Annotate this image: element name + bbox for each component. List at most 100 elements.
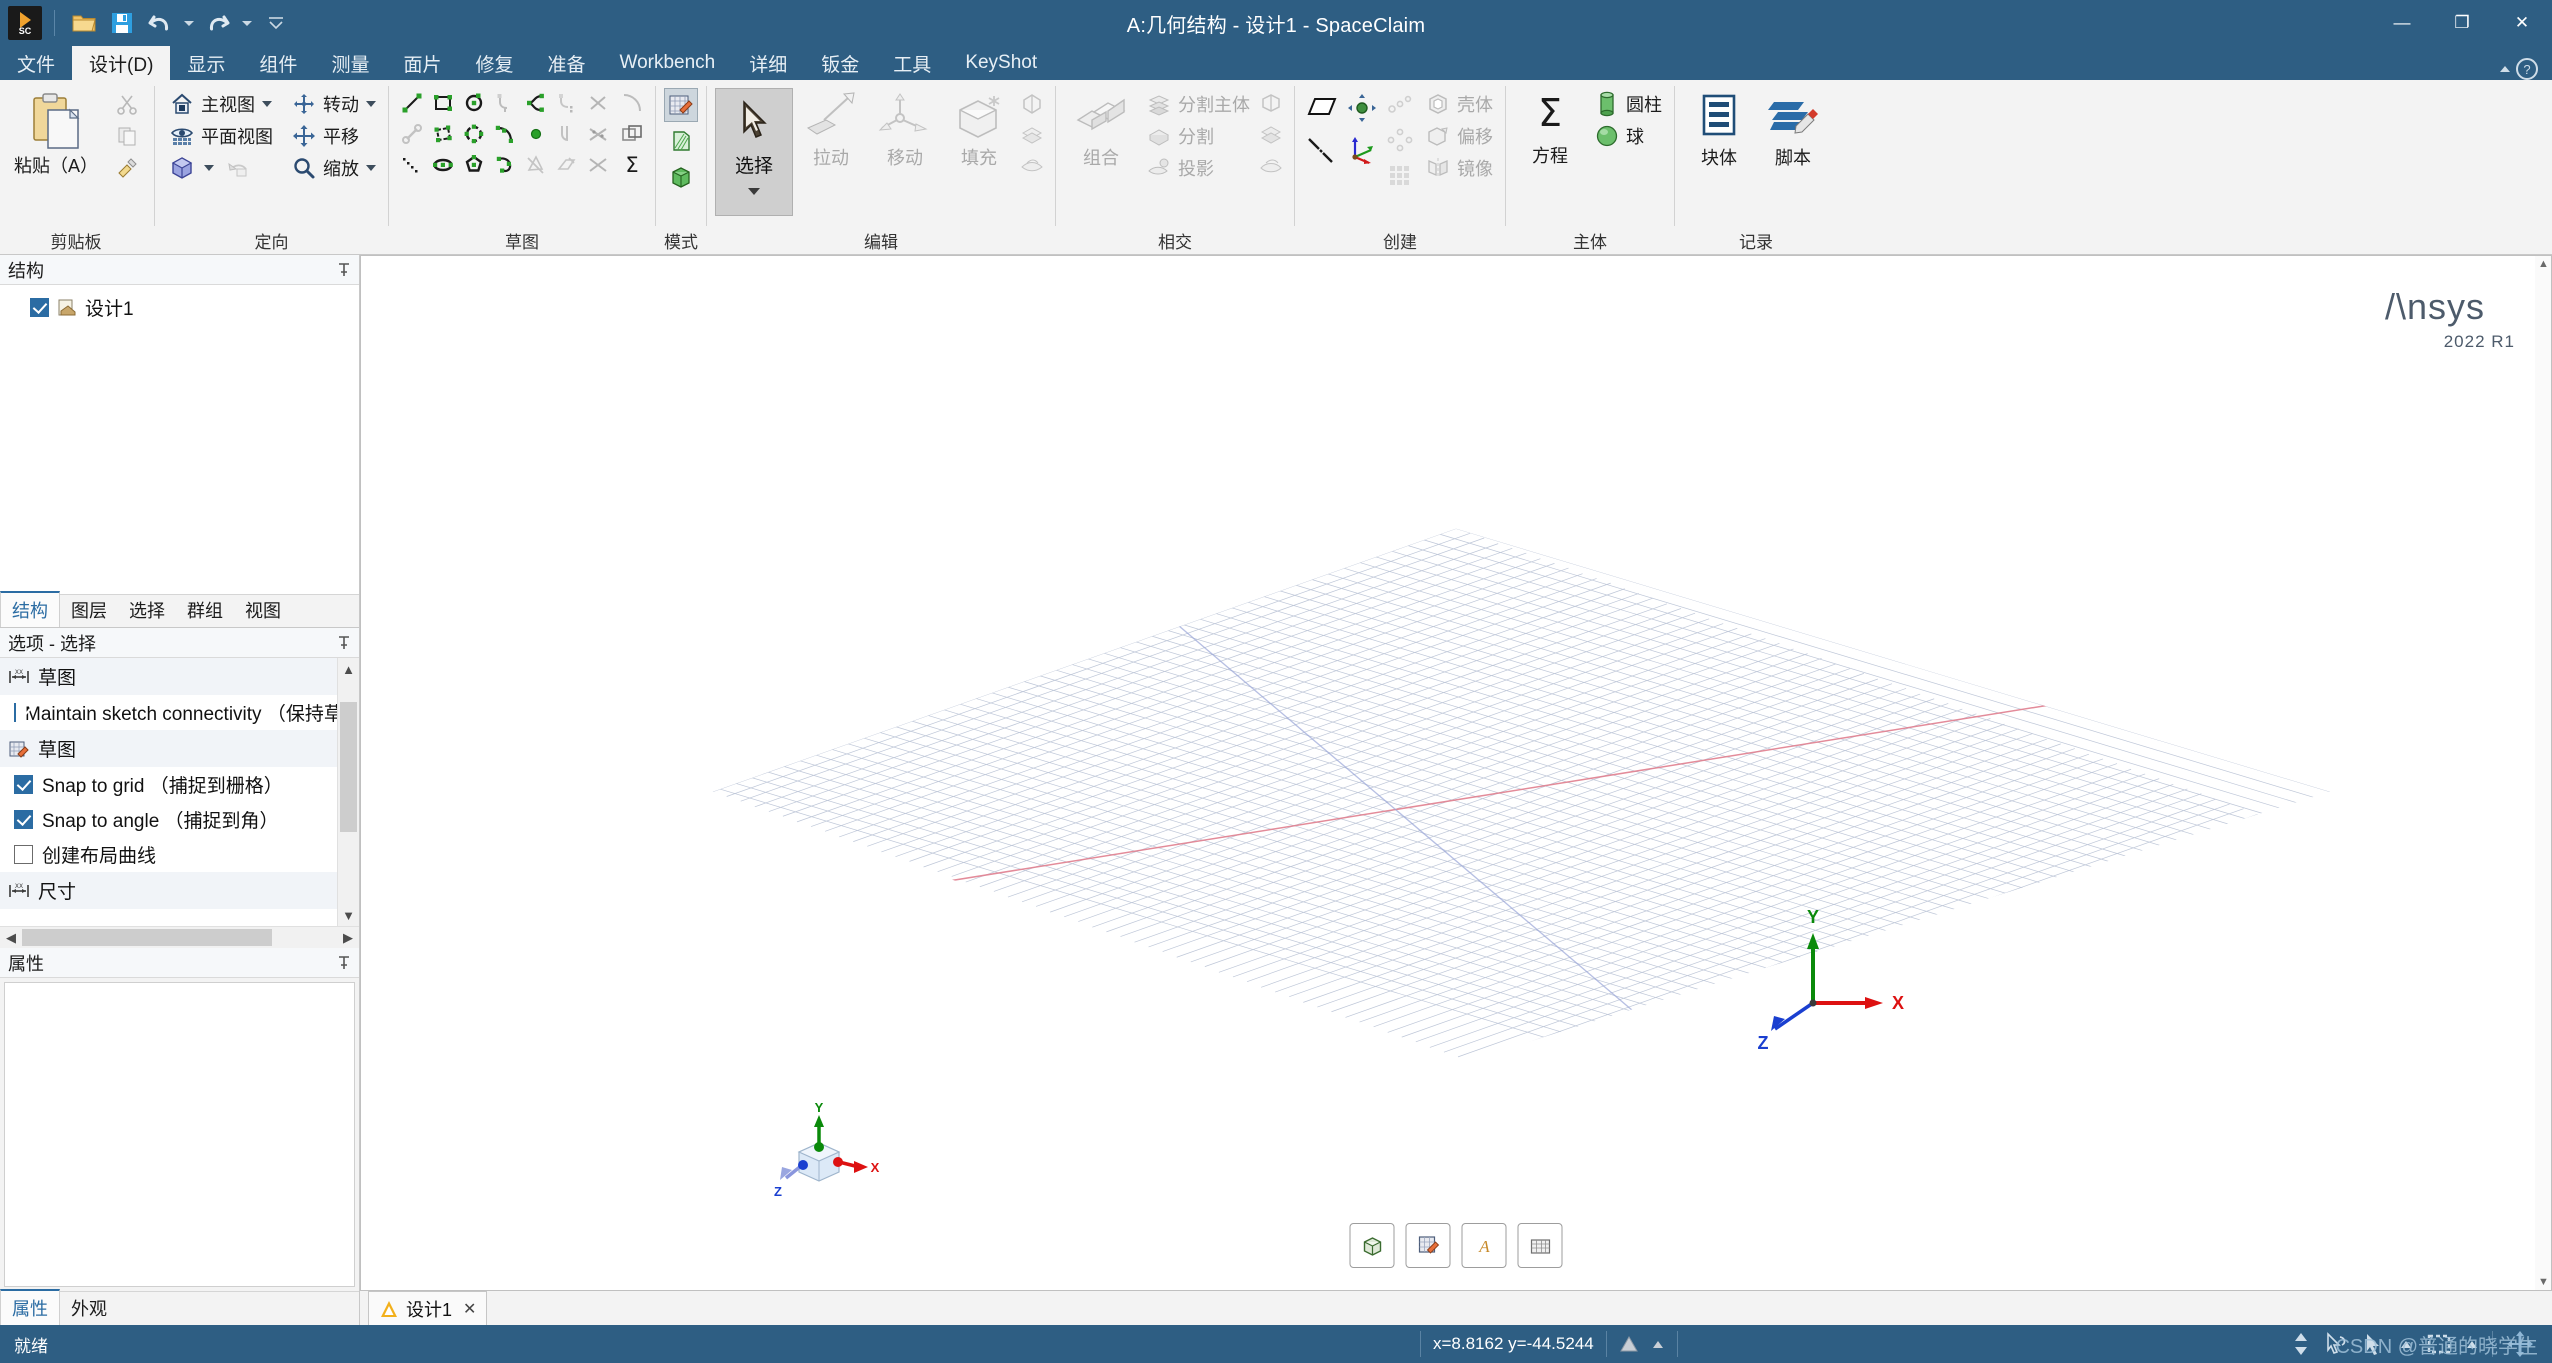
maintain-sketch-connectivity-checkbox[interactable] — [14, 703, 16, 722]
options-scroll-down-icon[interactable]: ▼ — [338, 904, 359, 926]
option-snap-to-grid[interactable]: Snap to grid （捕捉到栅格） — [0, 767, 359, 802]
rectangle-icon[interactable] — [428, 88, 458, 118]
undo-icon[interactable] — [143, 6, 177, 40]
redo-icon[interactable] — [201, 6, 235, 40]
option-maintain-sketch-connectivity[interactable]: Maintain sketch connectivity （保持草图 — [0, 695, 359, 730]
sketch-grid-icon[interactable] — [1405, 1223, 1451, 1268]
pull-button[interactable]: 拉动 — [795, 88, 867, 174]
viewport-scroll-down-icon[interactable]: ▼ — [2538, 1276, 2549, 1288]
corner-icon[interactable] — [552, 119, 582, 149]
spin-button[interactable]: 转动 — [285, 88, 380, 119]
tangent-arc-icon[interactable] — [490, 88, 520, 118]
copy-button[interactable] — [108, 120, 146, 151]
tab-keyshot[interactable]: KeyShot — [948, 46, 1054, 80]
spinner-updown-icon[interactable] — [2292, 1331, 2310, 1357]
offset-curve-icon[interactable] — [583, 150, 613, 180]
tab-facets[interactable]: 面片 — [386, 46, 458, 80]
tree-node-checkbox[interactable] — [30, 298, 49, 317]
undo-dropdown-icon[interactable] — [181, 6, 197, 40]
draft-icon[interactable] — [1017, 150, 1047, 180]
document-tab-design1[interactable]: 设计1 ✕ — [368, 1290, 488, 1326]
graphics-viewport[interactable]: /\nsys 2022 R1 Y X Z Y X Z A ▲ ▼ — [360, 255, 2552, 1291]
redo-dropdown-icon[interactable] — [239, 6, 255, 40]
options-pin-icon[interactable] — [337, 635, 351, 651]
axis-icon[interactable] — [1303, 129, 1341, 169]
tab-file[interactable]: 文件 — [0, 46, 72, 80]
panel-tab-layers[interactable]: 图层 — [60, 593, 118, 627]
annotation-display-icon[interactable]: A — [1461, 1223, 1507, 1268]
close-icon[interactable]: ✕ — [463, 1299, 476, 1319]
mesh-display-icon[interactable] — [1517, 1223, 1563, 1268]
create-layout-curves-checkbox[interactable] — [14, 845, 33, 864]
offset-button[interactable]: 偏移 — [1419, 120, 1497, 151]
tab-detail[interactable]: 详细 — [732, 46, 804, 80]
paste-button[interactable]: 粘贴（A） — [6, 88, 106, 182]
polyline-icon[interactable] — [397, 150, 427, 180]
arc-icon[interactable] — [490, 150, 520, 180]
options-hscroll-left-icon[interactable]: ◀ — [0, 930, 22, 946]
maximize-button[interactable]: ❐ — [2432, 0, 2492, 46]
project-button[interactable]: 投影 — [1140, 152, 1254, 183]
ellipse-icon[interactable] — [428, 150, 458, 180]
cylinder-button[interactable]: 圆柱 — [1588, 88, 1666, 119]
options-hscroll-right-icon[interactable]: ▶ — [337, 930, 359, 946]
option-create-layout-curves[interactable]: 创建布局曲线 — [0, 837, 359, 872]
fillet-icon[interactable] — [617, 88, 647, 118]
tab-design[interactable]: 设计(D) — [72, 46, 171, 80]
move-button[interactable]: 移动 — [869, 88, 941, 174]
combine-button[interactable]: 组合 — [1064, 88, 1138, 174]
zoom-dropdown-icon[interactable] — [366, 164, 377, 171]
save-icon[interactable] — [105, 6, 139, 40]
split-curve-icon[interactable] — [583, 119, 613, 149]
spin-dropdown-icon[interactable] — [366, 100, 377, 107]
section-mode-icon[interactable] — [664, 124, 698, 158]
tree-node-design1[interactable]: 设计1 — [0, 291, 359, 324]
select-dropdown-icon[interactable] — [748, 188, 761, 195]
merge-faces-icon[interactable] — [1256, 88, 1286, 118]
shell-button[interactable]: 壳体 — [1419, 88, 1497, 119]
viewport-scroll-up-icon[interactable]: ▲ — [2538, 258, 2549, 270]
three-point-rect-icon[interactable] — [428, 119, 458, 149]
close-button[interactable]: ✕ — [2492, 0, 2552, 46]
option-snap-to-angle[interactable]: Snap to angle （捕捉到角） — [0, 802, 359, 837]
tab-tools[interactable]: 工具 — [876, 46, 948, 80]
block-recorder-button[interactable]: 块体 — [1683, 88, 1755, 174]
coordinate-system-icon[interactable] — [1343, 129, 1381, 169]
pin-icon[interactable] — [337, 262, 351, 278]
circular-pattern-icon[interactable] — [1383, 123, 1417, 157]
format-painter-button[interactable] — [108, 152, 146, 183]
linear-pattern-icon[interactable] — [1383, 88, 1417, 122]
plane-icon[interactable] — [1303, 88, 1341, 128]
panel-tab-selection[interactable]: 选择 — [118, 593, 176, 627]
equation-sum-icon[interactable]: Σ — [617, 150, 647, 180]
fill-pattern-icon[interactable] — [1383, 158, 1417, 192]
cut-button[interactable] — [108, 88, 146, 119]
home-view-dropdown-icon[interactable] — [262, 100, 273, 107]
circle-icon[interactable] — [459, 88, 489, 118]
polygon-icon[interactable] — [459, 150, 489, 180]
options-vertical-scrollbar[interactable]: ▲ ▼ — [337, 658, 359, 926]
split-button[interactable]: 分割 — [1140, 120, 1254, 151]
warning-expand-icon[interactable] — [1651, 1337, 1665, 1351]
collapse-ribbon-icon[interactable] — [2500, 66, 2510, 72]
imprint-icon[interactable] — [1256, 150, 1286, 180]
snap-to-angle-checkbox[interactable] — [14, 810, 33, 829]
snap-to-grid-checkbox[interactable] — [14, 775, 33, 794]
sketch-mode-icon[interactable] — [664, 88, 699, 122]
app-logo-icon[interactable]: SC — [8, 6, 42, 40]
properties-tab-appearance[interactable]: 外观 — [60, 1291, 118, 1325]
project-to-sketch-icon[interactable] — [552, 150, 582, 180]
properties-pin-icon[interactable] — [337, 955, 351, 971]
options-scroll-thumb[interactable] — [340, 702, 357, 832]
panel-tab-views[interactable]: 视图 — [234, 593, 292, 627]
pan-button[interactable]: 平移 — [285, 120, 380, 151]
minimize-button[interactable]: — — [2372, 0, 2432, 46]
trim-away-icon[interactable] — [583, 88, 613, 118]
mirror-button[interactable]: 镜像 — [1419, 152, 1497, 183]
panel-tab-structure[interactable]: 结构 — [0, 591, 60, 627]
tab-repair[interactable]: 修复 — [458, 46, 530, 80]
options-horizontal-scrollbar[interactable]: ◀ ▶ — [0, 926, 359, 948]
spline-icon[interactable] — [521, 88, 551, 118]
isometric-view-button[interactable] — [163, 152, 277, 183]
tab-measure[interactable]: 测量 — [314, 46, 386, 80]
